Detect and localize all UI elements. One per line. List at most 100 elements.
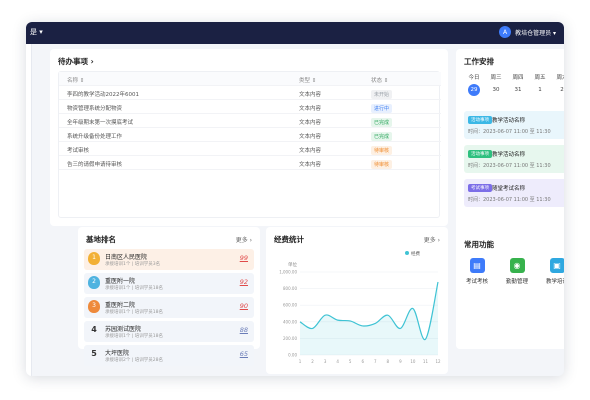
x-tick-label: 4 bbox=[336, 359, 339, 364]
y-tick-label: 0.00 bbox=[288, 353, 297, 358]
day-2[interactable]: 周四 31 bbox=[508, 73, 528, 96]
event-time: 时间：2023-06-07 11:00 至 11:30 bbox=[468, 129, 551, 135]
day-label: 周六 bbox=[556, 75, 564, 81]
function-training[interactable]: ▣ 教学培训 bbox=[542, 258, 564, 285]
menu-dropdown[interactable]: 是 ▾ bbox=[30, 27, 43, 37]
funding-chart: 单位 经费 1,000.00 800.00 600.00 400.00 200.00 0.00… bbox=[279, 250, 441, 364]
rank-more-link[interactable]: 更多 › bbox=[236, 235, 252, 244]
rank-item[interactable]: 1 日南区人民医院 承接培训1个 | 培训学员3名 99 bbox=[84, 249, 254, 270]
function-attendance[interactable]: ◉ 勤勤管理 bbox=[502, 258, 532, 285]
day-label: 周四 bbox=[512, 75, 524, 81]
table-row[interactable]: 物资管理系统分配物资 文本内容 进行中 bbox=[59, 100, 441, 114]
user-name: 教培仓管理员 ▾ bbox=[515, 29, 556, 37]
table-row[interactable]: 系统升级备份处理工作 文本内容 已完成 bbox=[59, 128, 441, 142]
col-type-header[interactable]: 类型 ⇕ bbox=[299, 76, 316, 84]
table-row[interactable]: 李四的教学活动2022年6001 文本内容 未开始 bbox=[59, 86, 441, 100]
task-type: 文本内容 bbox=[299, 106, 322, 112]
score: 65 bbox=[239, 350, 248, 358]
x-tick-label: 3 bbox=[324, 359, 327, 364]
task-name: 告三的请假申请待审核 bbox=[67, 162, 123, 168]
rank-item[interactable]: 5 大坪医院 承接培训2个 | 培训学员28名 65 bbox=[84, 345, 254, 366]
rank-position: 4 bbox=[91, 325, 97, 334]
attendance-icon: ◉ bbox=[509, 258, 525, 273]
event-time: 时间：2023-06-07 11:00 至 11:30 bbox=[468, 163, 551, 169]
y-axis-label: 单位 bbox=[288, 261, 297, 268]
rank-item[interactable]: 4 苏园测试医院 承接培训1个 | 培训学员18名 88 bbox=[84, 321, 254, 342]
y-tick-label: 600.00 bbox=[283, 303, 297, 308]
day-label: 周三 bbox=[490, 75, 502, 81]
y-tick-label: 1,000.00 bbox=[279, 270, 297, 275]
function-exam[interactable]: ▤ 考试考核 bbox=[462, 258, 492, 285]
task-type: 文本内容 bbox=[299, 92, 322, 98]
status-badge: 已完成 bbox=[371, 118, 393, 127]
table-row[interactable]: 告三的请假申请待审核 文本内容 待审核 bbox=[59, 156, 441, 170]
task-type: 文本内容 bbox=[299, 148, 322, 154]
col-status-header[interactable]: 状态 ⇕ bbox=[371, 76, 388, 84]
x-tick-label: 5 bbox=[349, 359, 352, 364]
status-badge: 进行中 bbox=[371, 104, 393, 113]
y-tick-label: 800.00 bbox=[283, 286, 297, 291]
hospital-stats: 承接培训1个 | 培训学员18名 bbox=[105, 286, 163, 291]
x-tick-label: 11 bbox=[423, 359, 429, 364]
table-header: 名称 ⇕ 类型 ⇕ 状态 ⇕ bbox=[59, 72, 441, 86]
score: 92 bbox=[239, 278, 248, 286]
day-number: 31 bbox=[514, 87, 522, 93]
x-tick-label: 7 bbox=[374, 359, 377, 364]
event-tag: 活动事项 bbox=[468, 116, 492, 124]
task-name: 系统升级备份处理工作 bbox=[67, 134, 123, 140]
hospital-stats: 承接培训1个 | 培训学员3名 bbox=[105, 262, 161, 267]
col-name-header[interactable]: 名称 ⇕ bbox=[67, 76, 84, 84]
hospital-name: 苏园测试医院 bbox=[105, 326, 142, 333]
event-tag: 考试事项 bbox=[468, 184, 492, 192]
day-number: 1 bbox=[538, 87, 542, 93]
day-1[interactable]: 周三 30 bbox=[486, 73, 506, 96]
top-navbar: 是 ▾ A 教培仓管理员 ▾ bbox=[26, 22, 564, 44]
todo-title[interactable]: 待办事项 › bbox=[58, 56, 94, 67]
function-label: 教学培训 bbox=[545, 279, 564, 285]
rank-title: 基地排名 bbox=[86, 235, 116, 244]
x-tick-label: 10 bbox=[410, 359, 416, 364]
task-type: 文本内容 bbox=[299, 120, 322, 126]
event-title: 教学活动名称 bbox=[492, 152, 526, 158]
rank-item[interactable]: 3 重医附二院 承接培训1个 | 培训学员18名 90 bbox=[84, 297, 254, 318]
x-tick-label: 9 bbox=[399, 359, 402, 364]
schedule-event[interactable]: 考试事项 随堂考试名称 时间：2023-06-07 11:00 至 11:30 bbox=[464, 179, 564, 207]
page-background: 是 ▾ A 教培仓管理员 ▾ 待办事项 › 名称 ⇕ 类型 ⇕ 状态 ⇕ 李四的… bbox=[0, 0, 590, 400]
day-number: 2 bbox=[560, 87, 564, 93]
task-name: 考试审核 bbox=[67, 148, 90, 154]
x-tick-label: 1 bbox=[299, 359, 302, 364]
x-tick-label: 2 bbox=[311, 359, 314, 364]
functions-title: 常用功能 bbox=[464, 240, 494, 249]
y-tick-label: 400.00 bbox=[283, 319, 297, 324]
status-badge: 已完成 bbox=[371, 132, 393, 141]
user-menu[interactable]: A 教培仓管理员 ▾ bbox=[499, 26, 556, 38]
event-title: 教学活动名称 bbox=[492, 118, 526, 124]
function-label: 勤勤管理 bbox=[505, 279, 528, 285]
event-title: 随堂考试名称 bbox=[492, 186, 526, 192]
schedule-event[interactable]: 活动事项 教学活动名称时间：2023-06-07 11:00 至 11:30 bbox=[464, 111, 564, 139]
table-row[interactable]: 考试审核 文本内容 待审核 bbox=[59, 142, 441, 156]
todo-card: 待办事项 › 名称 ⇕ 类型 ⇕ 状态 ⇕ 李四的教学活动2022年6001 文本… bbox=[50, 49, 448, 226]
task-name: 全年级期末第一次摸底考试 bbox=[67, 120, 134, 126]
table-row[interactable]: 全年级期末第一次摸底考试 文本内容 已完成 bbox=[59, 114, 441, 128]
event-tag: 活动事项 bbox=[468, 150, 492, 158]
day-4[interactable]: 周六 2 bbox=[552, 73, 564, 96]
status-badge: 待审核 bbox=[371, 160, 393, 169]
legend-label: 经费 bbox=[411, 250, 420, 257]
hospital-name: 重医附二院 bbox=[105, 302, 136, 309]
task-type: 文本内容 bbox=[299, 134, 322, 140]
avatar: A bbox=[499, 26, 512, 38]
todo-table: 名称 ⇕ 类型 ⇕ 状态 ⇕ 李四的教学活动2022年6001 文本内容 未开始 物资… bbox=[58, 71, 441, 218]
funding-chart-card: 经费统计 更多 › 单位 经费 1,000.00 800.00 600.00 400.00… bbox=[266, 227, 448, 374]
score: 90 bbox=[239, 302, 248, 310]
day-0[interactable]: 今日 29 bbox=[464, 73, 484, 96]
legend-swatch bbox=[405, 251, 409, 255]
day-3[interactable]: 周五 1 bbox=[530, 73, 550, 96]
functions-card: 常用功能 ▤ 考试考核 ◉ 勤勤管理 ▣ 教学培训 bbox=[456, 232, 564, 349]
day-label: 今日 bbox=[468, 75, 480, 81]
rank-item[interactable]: 2 重医附一院 承接培训1个 | 培训学员18名 92 bbox=[84, 273, 254, 294]
score: 88 bbox=[239, 326, 248, 334]
schedule-event[interactable]: 活动事项 教学活动名称时间：2023-06-07 11:00 至 11:30 bbox=[464, 145, 564, 173]
rank-card: 基地排名 更多 › 1 日南区人民医院 承接培训1个 | 培训学员3名 99 2 重医附一… bbox=[78, 227, 260, 366]
x-tick-label: 6 bbox=[361, 359, 364, 364]
